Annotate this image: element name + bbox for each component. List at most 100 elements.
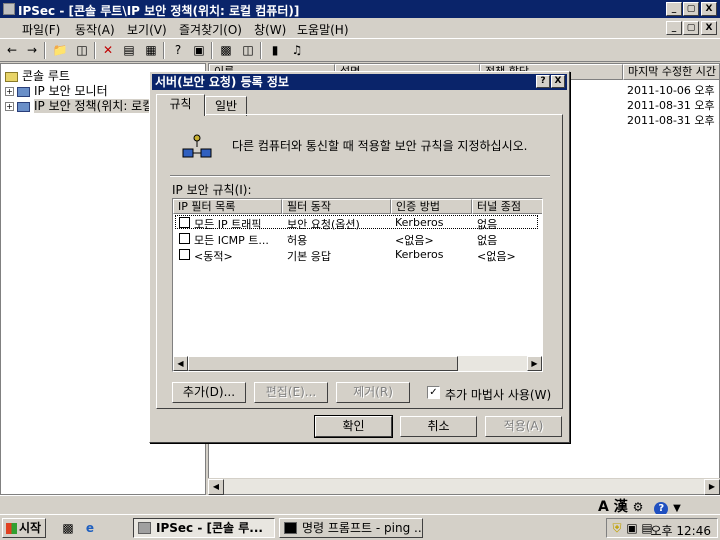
console-icon[interactable]: ▣	[191, 42, 207, 58]
add-rule-button[interactable]: 추가(D)...	[172, 382, 246, 403]
wizard-checkbox-label[interactable]: 추가 마법사 사용(W)	[445, 386, 551, 403]
tab-general[interactable]: 일반	[205, 96, 247, 116]
show-tree-icon[interactable]: ◫	[74, 42, 90, 58]
internet-explorer-icon[interactable]: e	[82, 520, 98, 536]
list-horizontal-scrollbar[interactable]: ◀ ▶	[208, 478, 720, 495]
child-close-icon[interactable]: X	[701, 21, 717, 35]
column-tunnel-endpoint[interactable]: 터널 종점	[472, 199, 542, 214]
shield-icon[interactable]: ⛨	[609, 520, 625, 536]
menu-help[interactable]: 도움말(H)	[297, 21, 349, 38]
app-icon	[3, 3, 15, 15]
delete-icon[interactable]: ✕	[100, 42, 116, 58]
tab-rules[interactable]: 규칙	[156, 94, 205, 116]
ok-button[interactable]: 확인	[314, 415, 393, 438]
expand-icon[interactable]: +	[5, 87, 14, 96]
start-button[interactable]: 시작	[2, 518, 46, 538]
language-bar[interactable]: A 漢 ⚙ ? ▼	[598, 496, 681, 516]
task-command-prompt[interactable]: 명령 프롬프트 - ping ...	[279, 518, 423, 538]
apply-button[interactable]: 적용(A)	[485, 416, 562, 437]
window-titlebar: IPSec - [콘솔 루트\IP 보안 정책(위치: 로컬 컴퓨터)] _ ▢…	[0, 0, 720, 18]
menu-favorites[interactable]: 즐겨찾기(O)	[179, 21, 242, 38]
help-icon[interactable]: ?	[170, 42, 186, 58]
rule-auth[interactable]: Kerberos	[395, 248, 472, 261]
wizard-checkbox[interactable]: ✓	[427, 386, 440, 399]
menu-window[interactable]: 창(W)	[254, 21, 286, 38]
rules-label: IP 보안 규칙(I):	[172, 183, 252, 197]
remove-rule-button[interactable]: 제거(R)	[336, 382, 410, 403]
rule-tunnel[interactable]: 없음	[477, 216, 542, 232]
rule-checkbox[interactable]	[179, 233, 190, 244]
menu-view[interactable]: 보기(V)	[127, 21, 167, 38]
rule-action[interactable]: 보안 요청(옵션)	[287, 216, 391, 232]
close-icon[interactable]: X	[551, 75, 565, 88]
toolbar-separator	[163, 42, 165, 59]
minimize-icon[interactable]: _	[666, 2, 682, 16]
list-item-modified[interactable]: 2011-08-31 오후 3:	[627, 97, 719, 113]
console-icon	[138, 522, 151, 534]
rule-tunnel[interactable]: <없음>	[477, 248, 542, 264]
network-rules-icon	[182, 134, 212, 158]
window-title: IPSec - [콘솔 루트\IP 보안 정책(위치: 로컬 컴퓨터)]	[18, 4, 300, 18]
assign-icon[interactable]: ▮	[267, 42, 283, 58]
toolbar-separator	[211, 42, 213, 59]
dialog-titlebar: 서버(보안 요청) 등록 정보 ? X	[152, 74, 567, 90]
menu-action[interactable]: 동작(A)	[75, 21, 115, 38]
create-policy-icon[interactable]: ▩	[218, 42, 234, 58]
scroll-left-icon[interactable]: ◀	[208, 479, 224, 495]
menu-bar: 파일(F) 동작(A) 보기(V) 즐겨찾기(O) 창(W) 도움말(H) _ …	[0, 18, 720, 38]
column-auth-method[interactable]: 인증 방법	[391, 199, 472, 214]
column-ip-filter-list[interactable]: IP 필터 목록	[173, 199, 282, 214]
separator	[170, 175, 550, 177]
forward-icon[interactable]: →	[24, 42, 40, 58]
child-restore-icon[interactable]: ▢	[683, 21, 699, 35]
task-ipsec[interactable]: IPSec - [콘솔 루...	[133, 518, 275, 538]
rule-filter[interactable]: 모든 ICMP 트...	[194, 232, 282, 248]
scroll-thumb[interactable]	[188, 356, 458, 371]
rule-checkbox[interactable]	[179, 217, 190, 228]
options-icon[interactable]: ▼	[673, 503, 681, 514]
properties-dialog: 서버(보안 요청) 등록 정보 ? X 규칙 일반 다른 컴퓨터와 통신할 때 …	[149, 71, 570, 443]
scroll-right-icon[interactable]: ▶	[527, 356, 542, 371]
dialog-title: 서버(보안 요청) 등록 정보	[155, 75, 289, 89]
rule-auth[interactable]: Kerberos	[395, 216, 472, 229]
ime-icon[interactable]: ⚙	[633, 500, 644, 514]
close-icon[interactable]: X	[701, 2, 717, 16]
column-modified[interactable]: 마지막 수정한 시간	[623, 64, 719, 80]
restore-icon[interactable]: ▢	[683, 2, 699, 16]
scroll-left-icon[interactable]: ◀	[173, 356, 188, 371]
rule-auth[interactable]: <없음>	[395, 232, 472, 248]
manage-filters-icon[interactable]: ◫	[240, 42, 256, 58]
quick-launch-icon[interactable]: ▩	[60, 520, 76, 536]
edit-rule-button[interactable]: 편집(E)...	[254, 382, 328, 403]
taskbar: 시작 ▩ e IPSec - [콘솔 루... 명령 프롬프트 - ping .…	[0, 514, 720, 540]
toolbar-separator	[260, 42, 262, 59]
rules-horizontal-scrollbar[interactable]: ◀ ▶	[173, 356, 542, 371]
toolbar-separator	[44, 42, 46, 59]
rule-action[interactable]: 허용	[287, 232, 391, 248]
cancel-button[interactable]: 취소	[400, 416, 477, 437]
export-icon[interactable]: ▦	[143, 42, 159, 58]
help-icon[interactable]: ?	[536, 75, 550, 88]
list-item-modified[interactable]: 2011-08-31 오후 3:	[627, 112, 719, 128]
rule-filter[interactable]: 모든 IP 트래픽	[194, 216, 282, 232]
list-item-modified[interactable]: 2011-10-06 오후 12	[627, 82, 719, 98]
unassign-icon[interactable]: ♫	[289, 42, 305, 58]
back-icon[interactable]: ←	[4, 42, 20, 58]
toolbar-separator	[94, 42, 96, 59]
up-folder-icon[interactable]: 📁	[52, 42, 68, 58]
column-filter-action[interactable]: 필터 동작	[282, 199, 391, 214]
rules-list[interactable]: IP 필터 목록 필터 동작 인증 방법 터널 종점 모든 IP 트래픽 보안 …	[172, 198, 543, 372]
menu-file[interactable]: 파일(F)	[22, 21, 60, 38]
rule-filter[interactable]: <동적>	[194, 248, 282, 264]
network-icon[interactable]: ▣	[624, 520, 640, 536]
rule-tunnel[interactable]: 없음	[477, 232, 542, 248]
child-minimize-icon[interactable]: _	[666, 21, 682, 35]
hanja-indicator[interactable]: 漢	[614, 499, 628, 515]
rule-checkbox[interactable]	[179, 249, 190, 260]
scroll-right-icon[interactable]: ▶	[704, 479, 720, 495]
command-prompt-icon	[284, 522, 297, 534]
expand-icon[interactable]: +	[5, 102, 14, 111]
rule-action[interactable]: 기본 응답	[287, 248, 391, 264]
input-mode-indicator[interactable]: A	[598, 499, 609, 515]
properties-icon[interactable]: ▤	[121, 42, 137, 58]
